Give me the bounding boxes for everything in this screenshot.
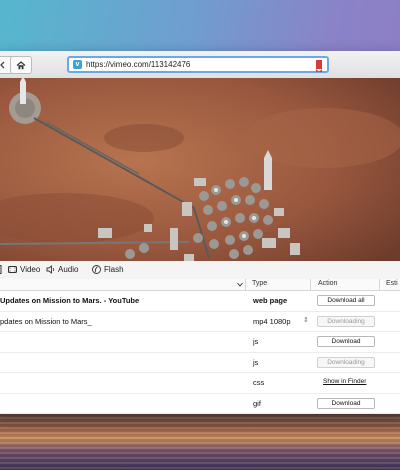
download-button[interactable]: Download [317, 397, 375, 409]
home-icon [16, 60, 26, 69]
row-type: web page [253, 296, 288, 305]
vimeo-favicon-icon: v [73, 60, 82, 69]
url-text: https://vimeo.com/113142476 [86, 60, 191, 69]
row-type: js [253, 357, 259, 367]
desktop-wallpaper [0, 412, 400, 470]
filter-audio-label: Audio [58, 265, 79, 274]
column-header-estimate[interactable]: Esti [386, 280, 398, 287]
download-button[interactable]: Download [317, 336, 375, 347]
browser-toolbar: v https://vimeo.com/113142476 [0, 51, 400, 79]
table-row[interactable]: Updates on Mission to Mars. - YouTube we… [0, 291, 400, 312]
video-icon [8, 266, 17, 273]
download-all-button[interactable]: Download all [317, 295, 375, 306]
downloading-button: Downloading [317, 356, 375, 368]
filter-audio[interactable]: Audio [46, 265, 78, 274]
table-row[interactable]: pdates on Mission to Mars_ mp4 1080p ⇕ D… [0, 312, 400, 332]
video-preview[interactable] [0, 78, 400, 261]
table-header: Type Action Esti [0, 279, 400, 291]
row-name: pdates on Mission to Mars_ [0, 316, 92, 326]
bookmark-icon[interactable] [316, 60, 322, 72]
row-type: css [253, 378, 265, 387]
show-in-finder-link[interactable]: Show in Finder [323, 378, 366, 385]
grid-icon [0, 265, 2, 274]
mars-colony-image [0, 78, 400, 261]
row-name: Updates on Mission to Mars. - YouTube [0, 296, 140, 305]
sort-chevron-down-icon[interactable] [237, 282, 243, 287]
downloads-table: Updates on Mission to Mars. - YouTube we… [0, 291, 400, 414]
flash-icon [92, 265, 101, 274]
home-button[interactable] [10, 56, 32, 74]
table-row[interactable]: css Show in Finder [0, 373, 400, 394]
row-type: gif [253, 398, 261, 408]
url-field[interactable]: v https://vimeo.com/113142476 [67, 56, 329, 73]
table-row[interactable]: js Downloading [0, 353, 400, 373]
browser-window: v https://vimeo.com/113142476 Video Audi… [0, 51, 400, 414]
table-row[interactable]: js Download [0, 332, 400, 353]
column-header-type[interactable]: Type [252, 280, 267, 287]
filter-flash[interactable]: Flash [92, 265, 124, 274]
filter-flash-label: Flash [104, 265, 124, 274]
downloading-button: Downloading [317, 315, 375, 327]
media-filter-bar: Video Audio Flash [0, 261, 400, 280]
row-type: js [253, 337, 259, 346]
audio-icon [46, 265, 55, 274]
filter-video[interactable]: Video [8, 265, 40, 274]
quality-stepper-icon[interactable]: ⇕ [303, 316, 309, 324]
filter-video-label: Video [20, 265, 41, 274]
column-header-action[interactable]: Action [318, 280, 337, 287]
row-type: mp4 1080p [253, 316, 291, 326]
back-icon [0, 61, 5, 69]
table-row[interactable]: gif Download [0, 394, 400, 414]
filter-all[interactable] [0, 265, 5, 274]
